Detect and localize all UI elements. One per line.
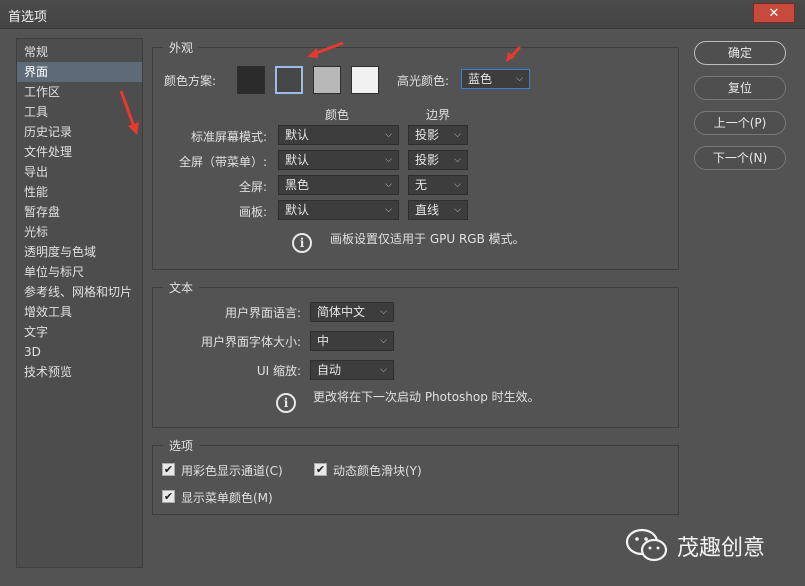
window-title: 首选项	[8, 10, 48, 25]
artboard-info-text: 画板设置仅适用于 GPU RGB 模式。	[330, 232, 525, 246]
ui-scale-select[interactable]: 自动 ⌵	[310, 360, 394, 380]
option-checkbox[interactable]: ✔	[162, 490, 175, 503]
chevron-down-icon: ⌵	[385, 180, 392, 190]
next-button[interactable]: 下一个(N)	[694, 146, 786, 170]
ui-scale-value: 自动	[317, 363, 342, 377]
highlight-color-value: 蓝色	[468, 72, 493, 86]
ui-font-size-select[interactable]: 中 ⌵	[310, 331, 394, 351]
chevron-down-icon: ⌵	[454, 155, 461, 165]
border-select[interactable]: 投影 ⌵	[408, 150, 468, 170]
color-column-header: 颜色	[325, 108, 350, 122]
border-select-value: 无	[415, 178, 428, 192]
ui-language-value: 简体中文	[317, 305, 366, 319]
appearance-row-label: 全屏:	[238, 180, 267, 194]
chevron-down-icon: ⌵	[516, 74, 523, 84]
color-select-value: 默认	[285, 203, 310, 217]
info-icon: i	[292, 233, 312, 253]
annotation-arrow-icon	[119, 90, 139, 135]
option-checkbox-label[interactable]: 显示菜单颜色(M)	[181, 489, 273, 506]
ui-language-select[interactable]: 简体中文 ⌵	[310, 302, 394, 322]
chevron-down-icon: ⌵	[454, 130, 461, 140]
annotation-arrow-icon	[307, 41, 344, 58]
border-select-value: 直线	[415, 203, 440, 217]
border-select[interactable]: 直线 ⌵	[408, 200, 468, 220]
border-column-header: 边界	[426, 108, 451, 122]
chevron-down-icon: ⌵	[385, 130, 392, 140]
sidebar-item[interactable]: 界面	[17, 62, 142, 82]
option-checkbox[interactable]: ✔	[162, 463, 175, 476]
chevron-down-icon: ⌵	[385, 155, 392, 165]
restart-info-text: 更改将在下一次启动 Photoshop 时生效。	[313, 390, 540, 404]
border-select[interactable]: 投影 ⌵	[408, 125, 468, 145]
reset-button[interactable]: 复位	[694, 76, 786, 100]
border-select-value: 投影	[415, 128, 440, 142]
chevron-down-icon: ⌵	[380, 365, 387, 375]
color-scheme-swatch[interactable]	[275, 66, 303, 94]
highlight-color-label: 高光颜色:	[397, 74, 450, 88]
option-checkbox[interactable]: ✔	[314, 463, 327, 476]
wechat-icon	[625, 528, 668, 562]
option-checkbox-label[interactable]: 动态颜色滑块(Y)	[333, 462, 422, 479]
watermark-text: 茂趣创意	[677, 536, 766, 561]
option-checkbox-label[interactable]: 用彩色显示通道(C)	[181, 462, 283, 479]
previous-button[interactable]: 上一个(P)	[694, 111, 786, 135]
chevron-down-icon: ⌵	[380, 307, 387, 317]
border-select[interactable]: 无 ⌵	[408, 175, 468, 195]
sidebar-item[interactable]: 文件处理	[17, 142, 142, 162]
sidebar-item[interactable]: 技术预览	[17, 362, 142, 382]
ui-language-label: 用户界面语言:	[224, 306, 301, 320]
appearance-row-label: 全屏（带菜单）:	[178, 155, 267, 169]
color-scheme-swatch[interactable]	[351, 66, 379, 94]
appearance-row-label: 标准屏幕模式:	[190, 130, 267, 144]
annotation-arrow-icon	[506, 45, 522, 62]
color-select-value: 默认	[285, 153, 310, 167]
ui-scale-label: UI 缩放:	[256, 364, 301, 378]
sidebar-item[interactable]: 参考线、网格和切片	[17, 282, 142, 302]
sidebar-item[interactable]: 导出	[17, 162, 142, 182]
chevron-down-icon: ⌵	[380, 336, 387, 346]
sidebar-item[interactable]: 增效工具	[17, 302, 142, 322]
sidebar-item[interactable]: 文字	[17, 322, 142, 342]
chevron-down-icon: ⌵	[454, 205, 461, 215]
color-select[interactable]: 默认 ⌵	[278, 125, 399, 145]
color-scheme-label: 颜色方案:	[164, 74, 217, 88]
border-select-value: 投影	[415, 153, 440, 167]
chevron-down-icon: ⌵	[454, 180, 461, 190]
sidebar-item[interactable]: 光标	[17, 222, 142, 242]
sidebar-item[interactable]: 透明度与色域	[17, 242, 142, 262]
text-group-title: 文本	[163, 279, 200, 296]
color-select-value: 黑色	[285, 178, 310, 192]
ui-font-size-label: 用户界面字体大小:	[200, 335, 301, 349]
sidebar-item[interactable]: 3D	[17, 342, 142, 362]
sidebar-item[interactable]: 暂存盘	[17, 202, 142, 222]
highlight-color-select[interactable]: 蓝色 ⌵	[461, 69, 530, 89]
title-bar: 首选项 ✕	[0, 0, 805, 29]
color-select[interactable]: 黑色 ⌵	[278, 175, 399, 195]
sidebar-item[interactable]: 常规	[17, 42, 142, 62]
color-select[interactable]: 默认 ⌵	[278, 150, 399, 170]
options-group-title: 选项	[163, 437, 200, 454]
color-select-value: 默认	[285, 128, 310, 142]
info-icon: i	[276, 393, 296, 413]
color-select[interactable]: 默认 ⌵	[278, 200, 399, 220]
chevron-down-icon: ⌵	[385, 205, 392, 215]
appearance-row-label: 画板:	[238, 205, 267, 219]
color-scheme-swatch[interactable]	[237, 66, 265, 94]
color-scheme-swatch[interactable]	[313, 66, 341, 94]
appearance-group-title: 外观	[163, 39, 200, 56]
sidebar-item[interactable]: 性能	[17, 182, 142, 202]
ok-button[interactable]: 确定	[694, 41, 786, 65]
sidebar-item[interactable]: 单位与标尺	[17, 262, 142, 282]
close-icon: ✕	[768, 6, 780, 21]
ui-font-size-value: 中	[317, 334, 330, 348]
close-button[interactable]: ✕	[753, 3, 795, 23]
